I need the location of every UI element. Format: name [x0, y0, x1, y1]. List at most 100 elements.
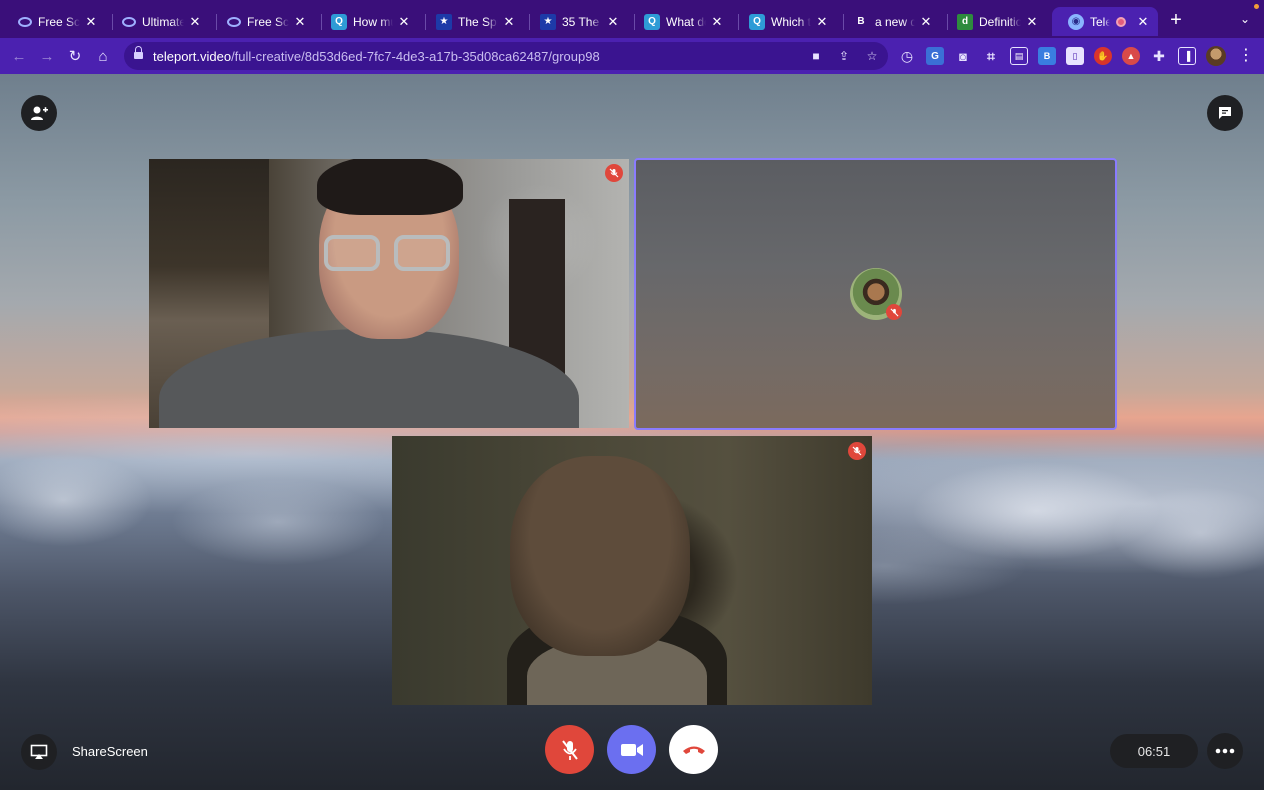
video-camera-icon — [620, 743, 643, 756]
close-icon[interactable]: ✕ — [606, 14, 620, 30]
camera-in-use-icon[interactable]: ■ — [808, 48, 824, 64]
more-options-button[interactable] — [1207, 733, 1243, 769]
camera-toggle-button[interactable] — [607, 725, 656, 774]
url-text[interactable]: teleport.video/full-creative/8d53d6ed-7f… — [153, 49, 600, 64]
tab-title: What does — [666, 14, 706, 29]
q-icon: Q — [749, 13, 765, 30]
tab-title: Ultimate Scrum — [142, 14, 184, 29]
close-icon[interactable]: ✕ — [293, 14, 307, 30]
crop-extension-icon[interactable]: ⌗ — [982, 47, 1000, 65]
tab-title: Free Scrum — [38, 14, 80, 29]
browser-tab[interactable]: Free Scrum ✕ — [211, 7, 315, 36]
browser-tab[interactable]: Q Which thr ✕ — [733, 7, 837, 36]
tab-title: Free Scrum — [247, 14, 289, 29]
translate-extension-icon[interactable]: G — [926, 47, 944, 65]
tab-title: a new de — [875, 14, 915, 29]
hang-up-phone-icon — [682, 746, 705, 754]
new-tab-button[interactable]: + — [1166, 10, 1186, 30]
url-path: /full-creative/8d53d6ed-7fc7-4de3-a17b-3… — [231, 49, 600, 64]
participant-hair — [317, 159, 463, 215]
share-screen-button[interactable] — [21, 734, 57, 770]
close-icon[interactable]: ✕ — [502, 14, 516, 30]
close-icon[interactable]: ✕ — [815, 14, 829, 30]
browser-tab[interactable]: ★ 35 The pu ✕ — [524, 7, 628, 36]
mic-off-icon — [605, 164, 623, 182]
browser-tab-strip: Free Scrum ✕ Ultimate Scrum ✕ Free Scrum… — [0, 0, 1264, 38]
tab-title: The Spring — [458, 14, 498, 29]
ruler-extension-icon[interactable]: ▤ — [1010, 47, 1028, 65]
close-icon[interactable]: ✕ — [397, 14, 411, 30]
meeting-stage: ShareScreen 06:51 — [0, 74, 1264, 790]
close-icon[interactable]: ✕ — [919, 14, 933, 30]
timer-extension-icon[interactable]: ◷ — [898, 47, 916, 65]
close-icon[interactable]: ✕ — [1025, 14, 1039, 30]
tab-search-chevron-icon[interactable]: ⌄ — [1238, 12, 1252, 26]
add-user-icon — [31, 106, 48, 120]
participant-video-tile[interactable] — [392, 436, 872, 705]
participant-video-tile[interactable] — [149, 159, 629, 428]
browser-tab[interactable]: Free Scrum ✕ — [2, 7, 106, 36]
extensions-puzzle-icon[interactable]: ✚ — [1150, 47, 1168, 65]
star-icon: ★ — [540, 13, 556, 30]
glasses-right — [394, 235, 450, 271]
share-screen-label[interactable]: ShareScreen — [72, 744, 148, 759]
close-icon[interactable]: ✕ — [188, 14, 202, 30]
forward-arrow-icon[interactable]: → — [37, 46, 57, 66]
definition-icon: d — [957, 13, 973, 30]
add-participant-button[interactable] — [21, 95, 57, 131]
screen-share-icon — [30, 744, 48, 759]
browser-tab-active[interactable]: ◉ Telep ✕ — [1052, 7, 1158, 36]
share-icon[interactable]: ⇪ — [836, 48, 852, 64]
adblock-extension-icon[interactable]: ✋ — [1094, 47, 1112, 65]
star-icon: ★ — [436, 13, 452, 30]
tab-title: Telep — [1090, 14, 1110, 29]
update-indicator — [1254, 4, 1259, 9]
browser-tab[interactable]: ★ The Spring ✕ — [420, 7, 524, 36]
teams-icon — [227, 16, 241, 27]
docs-extension-icon[interactable]: ▯ — [1066, 47, 1084, 65]
call-timer: 06:51 — [1110, 734, 1198, 768]
q-icon: Q — [331, 13, 347, 30]
browser-tab[interactable]: Q How much ✕ — [315, 7, 419, 36]
bookmark-star-icon[interactable]: ☆ — [864, 48, 880, 64]
mute-toggle-button[interactable] — [545, 725, 594, 774]
profile-avatar[interactable] — [1206, 46, 1226, 66]
participant-face — [510, 456, 690, 656]
end-call-button[interactable] — [669, 725, 718, 774]
teams-icon — [122, 16, 136, 27]
browser-tab[interactable]: Ultimate Scrum ✕ — [106, 7, 210, 36]
browser-tab[interactable]: Q What does ✕ — [628, 7, 732, 36]
alert-extension-icon[interactable]: ▲ — [1122, 47, 1140, 65]
mic-off-icon — [561, 739, 578, 760]
side-panel-icon[interactable]: ▐ — [1178, 47, 1196, 65]
mic-off-icon — [848, 442, 866, 460]
tab-title: 35 The pu — [562, 14, 602, 29]
chat-button[interactable] — [1207, 95, 1243, 131]
tab-title: Which thr — [771, 14, 811, 29]
reload-icon[interactable]: ↻ — [65, 46, 85, 66]
close-icon[interactable]: ✕ — [84, 14, 98, 30]
tab-title: How much — [353, 14, 393, 29]
url-host: teleport.video — [153, 49, 232, 64]
lock-icon[interactable] — [134, 46, 143, 61]
tab-title: Definition — [979, 14, 1021, 29]
close-icon[interactable]: ✕ — [710, 14, 724, 30]
chat-icon — [1219, 107, 1231, 119]
address-bar[interactable]: teleport.video/full-creative/8d53d6ed-7f… — [124, 42, 888, 70]
browser-tab[interactable]: d Definition ✕ — [941, 7, 1047, 36]
browser-tab[interactable]: B a new de ✕ — [837, 7, 941, 36]
close-icon[interactable]: ✕ — [1136, 14, 1150, 30]
screenshot-extension-icon[interactable]: ◙ — [954, 47, 972, 65]
home-icon[interactable]: ⌂ — [93, 46, 113, 66]
b-icon: B — [857, 16, 865, 27]
browser-menu-icon[interactable]: ⋮ — [1238, 46, 1254, 66]
teleport-icon: ◉ — [1068, 13, 1084, 30]
browser-toolbar: ← → ↻ ⌂ teleport.video/full-creative/8d5… — [0, 38, 1264, 74]
teams-icon — [18, 16, 32, 27]
bb-extension-icon[interactable]: B — [1038, 47, 1056, 65]
participant-avatar-tile[interactable] — [634, 158, 1117, 430]
more-horizontal-icon — [1215, 748, 1235, 754]
back-arrow-icon[interactable]: ← — [9, 46, 29, 66]
mic-off-icon — [886, 304, 902, 320]
recording-indicator-icon — [1116, 16, 1126, 27]
